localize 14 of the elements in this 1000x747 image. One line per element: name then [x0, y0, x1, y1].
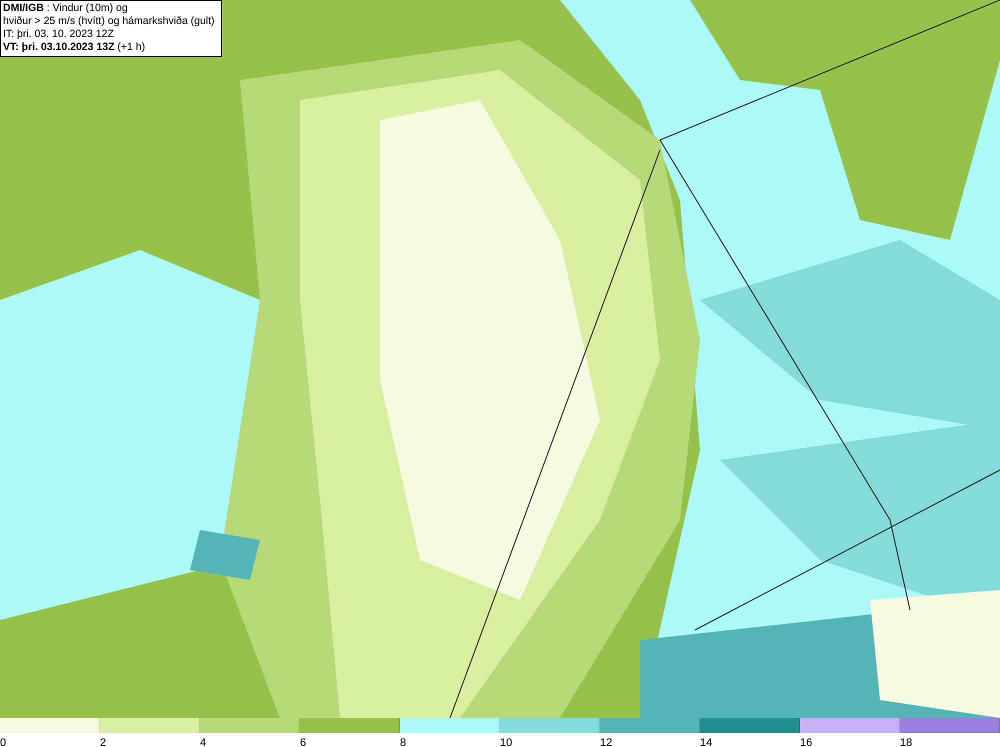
scale-label: 18	[900, 737, 912, 747]
scale-label: 2	[100, 737, 106, 747]
scale-label: 12	[600, 737, 612, 747]
scale-label: 6	[300, 737, 306, 747]
scale-label: 10	[500, 737, 512, 747]
scale-label: 4	[200, 737, 206, 747]
scale-label: 14	[700, 737, 712, 747]
scale-label: 8	[400, 737, 406, 747]
title-line: hviður > 25 m/s (hvítt) og hámarkshviða (gult)	[3, 15, 216, 28]
scale-label: 16	[800, 737, 812, 747]
scale-label: 0	[0, 737, 6, 747]
title-line: DMI/IGB : Vindur (10m) og	[3, 2, 129, 15]
title-line: VT: þri. 03.10.2023 13Z (+1 h)	[3, 41, 146, 54]
title-line: IT: þri. 03. 10. 2023 12Z	[3, 28, 115, 41]
